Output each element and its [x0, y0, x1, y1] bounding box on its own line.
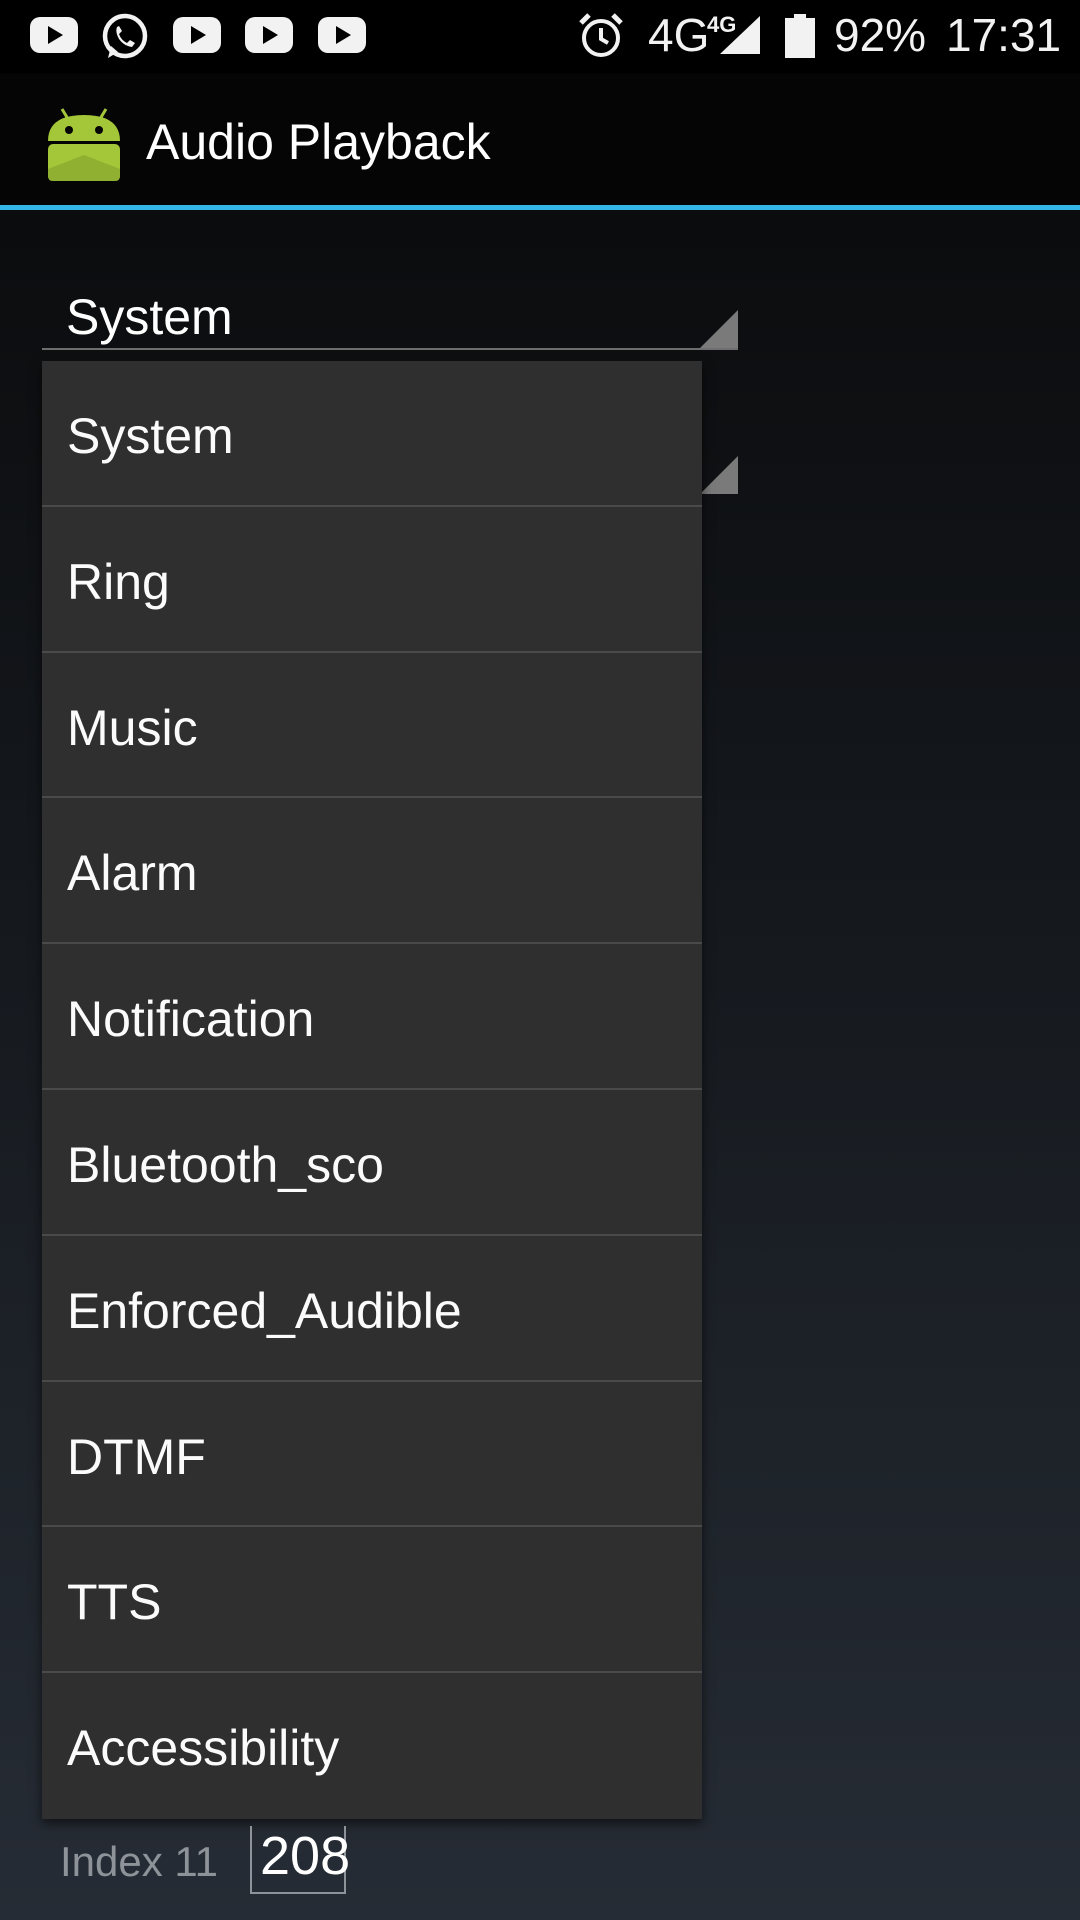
- dropdown-item-label: Accessibility: [67, 1720, 340, 1777]
- dropdown-item-label: Enforced_Audible: [67, 1282, 462, 1339]
- youtube-icon: [245, 17, 293, 53]
- battery-percent: 92%: [834, 9, 927, 61]
- battery-icon: [785, 14, 815, 63]
- dropdown-item-dtmf[interactable]: DTMF: [42, 1382, 702, 1528]
- dropdown-item-label: Bluetooth_sco: [67, 1136, 384, 1193]
- dropdown-item-tts[interactable]: TTS: [42, 1527, 702, 1674]
- dropdown-item-system[interactable]: System: [42, 361, 702, 507]
- dropdown-item-notification[interactable]: Notification: [42, 944, 702, 1090]
- status-bar: 4G 4G 92% 17:31: [0, 0, 1080, 73]
- dropdown-item-enforced-audible[interactable]: Enforced_Audible: [42, 1236, 702, 1382]
- signal-icon: [718, 14, 762, 61]
- youtube-icon: [30, 17, 78, 53]
- android-icon[interactable]: [44, 103, 124, 183]
- index-value-field[interactable]: 208: [250, 1826, 350, 1894]
- alarm-clock-icon: [578, 12, 624, 65]
- dropdown-item-label: DTMF: [67, 1428, 206, 1485]
- stream-type-dropdown: System Ring Music Alarm Notification Blu…: [42, 361, 702, 1819]
- dropdown-item-label: Notification: [67, 991, 315, 1048]
- clock: 17:31: [946, 9, 1062, 61]
- dropdown-item-label: Alarm: [67, 845, 198, 902]
- dropdown-item-bluetooth-sco[interactable]: Bluetooth_sco: [42, 1090, 702, 1236]
- spinner-arrow-icon: [700, 456, 738, 494]
- spinner-selected-value: System: [66, 289, 233, 345]
- dropdown-item-alarm[interactable]: Alarm: [42, 798, 702, 945]
- dropdown-item-label: Ring: [67, 553, 170, 610]
- app-title: Audio Playback: [146, 114, 491, 170]
- network-type: 4G: [648, 9, 710, 61]
- dropdown-item-label: Music: [67, 699, 198, 756]
- dropdown-item-music[interactable]: Music: [42, 653, 702, 799]
- dropdown-item-label: System: [67, 408, 234, 464]
- stream-type-spinner[interactable]: System: [42, 270, 738, 350]
- dropdown-item-ring[interactable]: Ring: [42, 507, 702, 653]
- spinner-underline: [42, 348, 738, 350]
- action-bar: Audio Playback: [0, 73, 1080, 210]
- dropdown-item-accessibility[interactable]: Accessibility: [42, 1673, 702, 1819]
- youtube-icon: [173, 17, 221, 53]
- spinner-arrow-icon: [700, 310, 738, 348]
- dropdown-item-label: TTS: [67, 1574, 162, 1631]
- index-label: Index 11: [60, 1838, 219, 1885]
- whatsapp-icon: [100, 12, 150, 67]
- youtube-icon: [318, 17, 366, 53]
